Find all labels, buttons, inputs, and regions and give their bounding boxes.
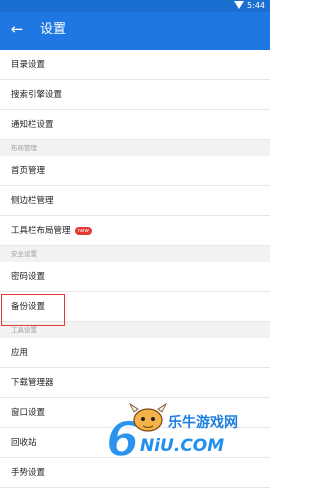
settings-item-search-engine[interactable]: 搜索引擎设置: [0, 80, 270, 110]
settings-item-sidebar[interactable]: 侧边栏管理: [0, 186, 270, 216]
settings-item-notification-bar[interactable]: 通知栏设置: [0, 110, 270, 140]
settings-item-label: 密码设置: [11, 272, 46, 282]
section-header-security: 安全设置: [0, 246, 270, 262]
watermark-text-cn: 乐牛游戏网: [168, 415, 238, 431]
settings-item-label: 目录设置: [11, 60, 46, 70]
settings-item-toolbar-layout[interactable]: 工具栏布局管理 new: [0, 216, 270, 246]
settings-item-label: 下载管理器: [11, 378, 54, 388]
settings-item-directory[interactable]: 目录设置: [0, 50, 270, 80]
status-bar: 5:44: [0, 0, 270, 12]
app-bar: ← 设置: [0, 12, 270, 50]
settings-item-label: 搜索引擎设置: [11, 90, 63, 100]
settings-item-label: 首页管理: [11, 166, 46, 176]
settings-item-apps[interactable]: 应用: [0, 338, 270, 368]
highlight-box: [1, 294, 65, 326]
settings-item-label: 应用: [11, 348, 29, 358]
settings-item-label: 窗口设置: [11, 408, 46, 418]
settings-item-home[interactable]: 首页管理: [0, 156, 270, 186]
wifi-icon: [234, 1, 244, 9]
settings-item-password[interactable]: 密码设置: [0, 262, 270, 292]
settings-item-label: 手势设置: [11, 468, 46, 478]
settings-item-label: 侧边栏管理: [11, 196, 54, 206]
settings-item-label: 通知栏设置: [11, 120, 54, 130]
settings-item-download-manager[interactable]: 下载管理器: [0, 368, 270, 398]
settings-item-label: 工具栏布局管理: [11, 226, 71, 236]
settings-item-label: 回收站: [11, 438, 37, 448]
status-time: 5:44: [247, 1, 265, 10]
section-header-layout: 布局管理: [0, 140, 270, 156]
watermark-text-en: NiU.COM: [140, 436, 225, 456]
back-arrow-icon[interactable]: ←: [8, 19, 26, 39]
new-badge: new: [74, 227, 92, 235]
page-title: 设置: [40, 22, 67, 37]
